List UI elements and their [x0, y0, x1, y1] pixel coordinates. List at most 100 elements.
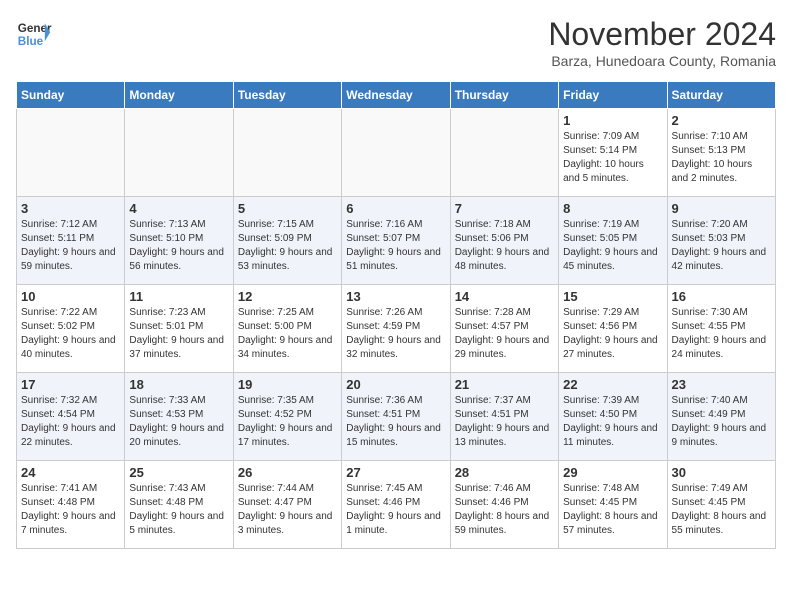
day-info: Sunrise: 7:36 AM Sunset: 4:51 PM Dayligh…	[346, 394, 445, 450]
calendar-cell	[125, 109, 233, 197]
day-number: 4	[129, 201, 228, 216]
calendar-cell: 1 Sunrise: 7:09 AM Sunset: 5:14 PM Daylig…	[559, 109, 667, 197]
calendar-body: 1 Sunrise: 7:09 AM Sunset: 5:14 PM Daylig…	[17, 109, 776, 549]
col-thursday: Thursday	[450, 82, 558, 109]
day-number: 21	[455, 377, 554, 392]
col-tuesday: Tuesday	[233, 82, 341, 109]
day-number: 8	[563, 201, 662, 216]
calendar-week-2: 3 Sunrise: 7:12 AM Sunset: 5:11 PM Daylig…	[17, 197, 776, 285]
calendar-cell: 15 Sunrise: 7:29 AM Sunset: 4:56 PM Dayli…	[559, 285, 667, 373]
day-info: Sunrise: 7:44 AM Sunset: 4:47 PM Dayligh…	[238, 482, 337, 538]
svg-text:Blue: Blue	[18, 35, 44, 48]
day-info: Sunrise: 7:37 AM Sunset: 4:51 PM Dayligh…	[455, 394, 554, 450]
day-number: 15	[563, 289, 662, 304]
day-info: Sunrise: 7:09 AM Sunset: 5:14 PM Dayligh…	[563, 130, 662, 186]
day-number: 9	[672, 201, 771, 216]
day-info: Sunrise: 7:29 AM Sunset: 4:56 PM Dayligh…	[563, 306, 662, 362]
calendar-cell: 3 Sunrise: 7:12 AM Sunset: 5:11 PM Daylig…	[17, 197, 125, 285]
day-number: 12	[238, 289, 337, 304]
day-info: Sunrise: 7:41 AM Sunset: 4:48 PM Dayligh…	[21, 482, 120, 538]
day-number: 18	[129, 377, 228, 392]
calendar-cell: 16Sunrise: 7:30 AM Sunset: 4:55 PM Dayli…	[667, 285, 775, 373]
day-info: Sunrise: 7:13 AM Sunset: 5:10 PM Dayligh…	[129, 218, 228, 274]
day-number: 5	[238, 201, 337, 216]
day-number: 11	[129, 289, 228, 304]
day-number: 29	[563, 465, 662, 480]
calendar-cell: 26Sunrise: 7:44 AM Sunset: 4:47 PM Dayli…	[233, 461, 341, 549]
day-number: 25	[129, 465, 228, 480]
calendar-table: Sunday Monday Tuesday Wednesday Thursday…	[16, 81, 776, 549]
day-info: Sunrise: 7:39 AM Sunset: 4:50 PM Dayligh…	[563, 394, 662, 450]
calendar-cell: 6 Sunrise: 7:16 AM Sunset: 5:07 PM Daylig…	[342, 197, 450, 285]
calendar-week-1: 1 Sunrise: 7:09 AM Sunset: 5:14 PM Daylig…	[17, 109, 776, 197]
calendar-cell: 8 Sunrise: 7:19 AM Sunset: 5:05 PM Daylig…	[559, 197, 667, 285]
calendar-cell: 17 Sunrise: 7:32 AM Sunset: 4:54 PM Dayli…	[17, 373, 125, 461]
day-number: 27	[346, 465, 445, 480]
calendar-cell: 27 Sunrise: 7:45 AM Sunset: 4:46 PM Dayli…	[342, 461, 450, 549]
day-number: 23	[672, 377, 771, 392]
calendar-header: Sunday Monday Tuesday Wednesday Thursday…	[17, 82, 776, 109]
day-info: Sunrise: 7:16 AM Sunset: 5:07 PM Dayligh…	[346, 218, 445, 274]
day-number: 10	[21, 289, 120, 304]
day-info: Sunrise: 7:22 AM Sunset: 5:02 PM Dayligh…	[21, 306, 120, 362]
month-title: November 2024	[548, 16, 776, 53]
calendar-cell: 23 Sunrise: 7:40 AM Sunset: 4:49 PM Dayli…	[667, 373, 775, 461]
day-number: 22	[563, 377, 662, 392]
calendar-cell: 18 Sunrise: 7:33 AM Sunset: 4:53 PM Dayli…	[125, 373, 233, 461]
day-number: 13	[346, 289, 445, 304]
col-sunday: Sunday	[17, 82, 125, 109]
day-number: 16	[672, 289, 771, 304]
calendar-cell: 10 Sunrise: 7:22 AM Sunset: 5:02 PM Dayli…	[17, 285, 125, 373]
calendar-cell	[233, 109, 341, 197]
calendar-cell: 28 Sunrise: 7:46 AM Sunset: 4:46 PM Dayli…	[450, 461, 558, 549]
day-info: Sunrise: 7:26 AM Sunset: 4:59 PM Dayligh…	[346, 306, 445, 362]
calendar-cell	[17, 109, 125, 197]
day-info: Sunrise: 7:20 AM Sunset: 5:03 PM Dayligh…	[672, 218, 771, 274]
calendar-week-5: 24Sunrise: 7:41 AM Sunset: 4:48 PM Dayli…	[17, 461, 776, 549]
calendar-week-3: 10 Sunrise: 7:22 AM Sunset: 5:02 PM Dayli…	[17, 285, 776, 373]
calendar-cell: 24Sunrise: 7:41 AM Sunset: 4:48 PM Dayli…	[17, 461, 125, 549]
calendar-cell: 11 Sunrise: 7:23 AM Sunset: 5:01 PM Dayli…	[125, 285, 233, 373]
calendar-cell: 9 Sunrise: 7:20 AM Sunset: 5:03 PM Daylig…	[667, 197, 775, 285]
day-info: Sunrise: 7:35 AM Sunset: 4:52 PM Dayligh…	[238, 394, 337, 450]
day-number: 1	[563, 113, 662, 128]
logo-icon: General Blue	[16, 16, 52, 52]
header: General Blue November 2024 Barza, Hunedo…	[16, 16, 776, 69]
calendar-cell: 25 Sunrise: 7:43 AM Sunset: 4:48 PM Dayli…	[125, 461, 233, 549]
day-number: 28	[455, 465, 554, 480]
calendar-cell: 14 Sunrise: 7:28 AM Sunset: 4:57 PM Dayli…	[450, 285, 558, 373]
logo: General Blue	[16, 16, 52, 52]
calendar-cell	[450, 109, 558, 197]
col-friday: Friday	[559, 82, 667, 109]
day-info: Sunrise: 7:40 AM Sunset: 4:49 PM Dayligh…	[672, 394, 771, 450]
calendar-cell: 19 Sunrise: 7:35 AM Sunset: 4:52 PM Dayli…	[233, 373, 341, 461]
col-wednesday: Wednesday	[342, 82, 450, 109]
day-info: Sunrise: 7:25 AM Sunset: 5:00 PM Dayligh…	[238, 306, 337, 362]
day-info: Sunrise: 7:28 AM Sunset: 4:57 PM Dayligh…	[455, 306, 554, 362]
calendar-cell: 21 Sunrise: 7:37 AM Sunset: 4:51 PM Dayli…	[450, 373, 558, 461]
day-info: Sunrise: 7:49 AM Sunset: 4:45 PM Dayligh…	[672, 482, 771, 538]
day-info: Sunrise: 7:46 AM Sunset: 4:46 PM Dayligh…	[455, 482, 554, 538]
calendar-cell: 4 Sunrise: 7:13 AM Sunset: 5:10 PM Daylig…	[125, 197, 233, 285]
day-info: Sunrise: 7:45 AM Sunset: 4:46 PM Dayligh…	[346, 482, 445, 538]
calendar-cell: 2Sunrise: 7:10 AM Sunset: 5:13 PM Daylig…	[667, 109, 775, 197]
day-info: Sunrise: 7:23 AM Sunset: 5:01 PM Dayligh…	[129, 306, 228, 362]
day-info: Sunrise: 7:12 AM Sunset: 5:11 PM Dayligh…	[21, 218, 120, 274]
day-info: Sunrise: 7:43 AM Sunset: 4:48 PM Dayligh…	[129, 482, 228, 538]
day-info: Sunrise: 7:15 AM Sunset: 5:09 PM Dayligh…	[238, 218, 337, 274]
day-info: Sunrise: 7:10 AM Sunset: 5:13 PM Dayligh…	[672, 130, 771, 186]
calendar-cell: 20Sunrise: 7:36 AM Sunset: 4:51 PM Dayli…	[342, 373, 450, 461]
calendar-cell: 5 Sunrise: 7:15 AM Sunset: 5:09 PM Daylig…	[233, 197, 341, 285]
day-info: Sunrise: 7:33 AM Sunset: 4:53 PM Dayligh…	[129, 394, 228, 450]
day-info: Sunrise: 7:32 AM Sunset: 4:54 PM Dayligh…	[21, 394, 120, 450]
day-info: Sunrise: 7:19 AM Sunset: 5:05 PM Dayligh…	[563, 218, 662, 274]
day-number: 3	[21, 201, 120, 216]
calendar-week-4: 17 Sunrise: 7:32 AM Sunset: 4:54 PM Dayli…	[17, 373, 776, 461]
calendar-cell: 13 Sunrise: 7:26 AM Sunset: 4:59 PM Dayli…	[342, 285, 450, 373]
day-number: 6	[346, 201, 445, 216]
day-number: 19	[238, 377, 337, 392]
day-number: 14	[455, 289, 554, 304]
day-number: 17	[21, 377, 120, 392]
calendar-cell: 30Sunrise: 7:49 AM Sunset: 4:45 PM Dayli…	[667, 461, 775, 549]
day-number: 7	[455, 201, 554, 216]
